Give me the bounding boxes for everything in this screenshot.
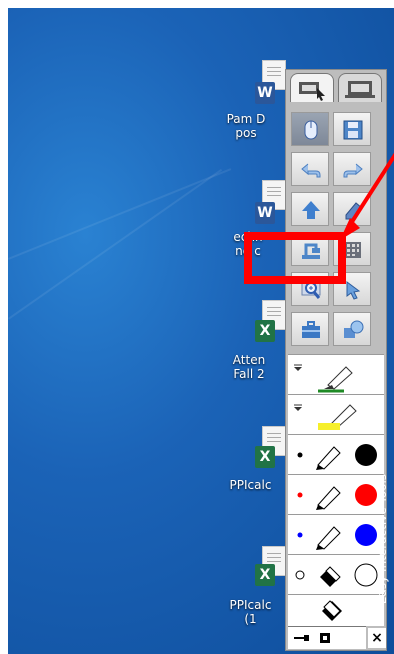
green-highlighter-row[interactable] bbox=[288, 354, 384, 394]
word-icon: W bbox=[255, 82, 275, 104]
undo-icon bbox=[301, 163, 321, 178]
clear-eraser-icon bbox=[322, 600, 342, 621]
excel-icon: X bbox=[255, 320, 275, 342]
word-icon: W bbox=[255, 202, 275, 224]
desktop-background: W Pam D pos W echn nd c X Atten Fall 2 X… bbox=[8, 8, 394, 654]
excel-icon: X bbox=[255, 446, 275, 468]
highlight-box bbox=[244, 232, 346, 284]
minimize-icon[interactable] bbox=[316, 627, 336, 649]
undo-button[interactable] bbox=[291, 152, 329, 186]
icon-label-line2: Fall 2 bbox=[233, 367, 265, 381]
toolbar-title: Easy Interactive Tools bbox=[375, 473, 389, 605]
up-button[interactable] bbox=[291, 192, 329, 226]
bottom-control-bar bbox=[288, 626, 366, 649]
easy-interactive-toolbar: Easy Interactive Tools × bbox=[285, 69, 389, 651]
icon-label-line1: PPIcalc bbox=[229, 598, 272, 612]
monitor-cursor-icon bbox=[299, 82, 325, 101]
green-highlighter-icon bbox=[294, 364, 353, 393]
up-arrow-icon bbox=[302, 201, 320, 219]
toolbar-title-bar: Easy Interactive Tools bbox=[368, 458, 389, 626]
icon-label-line1: Pam D bbox=[226, 112, 266, 126]
mouse-icon bbox=[304, 120, 318, 140]
mouse-mode-button[interactable] bbox=[291, 112, 329, 146]
yellow-highlighter-icon bbox=[294, 404, 357, 430]
icon-label-line1: Atten bbox=[232, 353, 266, 367]
eraser-tool-button[interactable] bbox=[333, 192, 371, 226]
save-icon bbox=[343, 120, 363, 140]
excel-icon: X bbox=[255, 564, 275, 586]
toolbox-button[interactable] bbox=[291, 312, 329, 346]
monitor-icon bbox=[345, 81, 375, 98]
tab-monitor[interactable] bbox=[338, 73, 382, 102]
shapes-button[interactable] bbox=[333, 312, 371, 346]
wallpaper-ray bbox=[8, 168, 232, 260]
eraser-icon bbox=[345, 202, 363, 220]
icon-label-line2: pos bbox=[235, 126, 257, 140]
icon-label-line1: PPIcalc bbox=[229, 478, 272, 492]
icon-label-line2: (1 bbox=[244, 612, 257, 626]
tab-monitor-cursor[interactable] bbox=[290, 73, 334, 102]
yellow-highlighter-row[interactable] bbox=[288, 394, 384, 434]
redo-icon bbox=[343, 163, 363, 178]
redo-button[interactable] bbox=[333, 152, 371, 186]
toolbox-icon bbox=[302, 321, 320, 338]
shapes-icon bbox=[344, 320, 364, 338]
close-button[interactable]: × bbox=[368, 628, 386, 648]
save-button[interactable] bbox=[333, 112, 371, 146]
